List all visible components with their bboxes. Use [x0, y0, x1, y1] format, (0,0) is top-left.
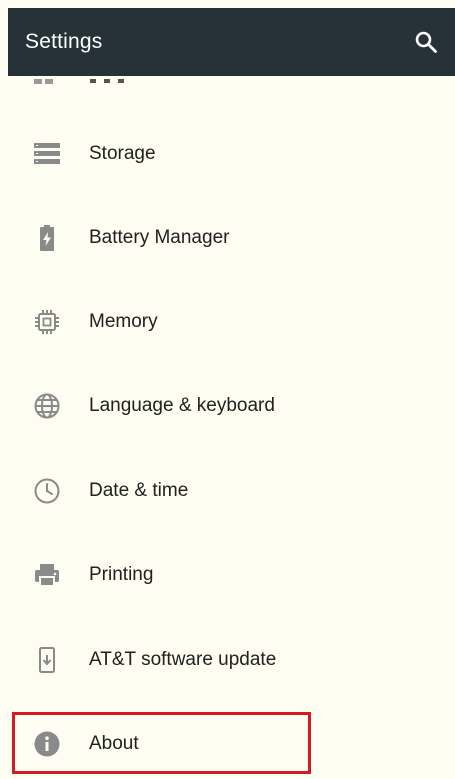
storage-icon: [33, 140, 61, 168]
clock-icon: [33, 477, 61, 505]
battery-icon: [33, 224, 61, 252]
settings-item-label: Printing: [89, 564, 154, 585]
settings-item-label: About: [89, 733, 139, 754]
app-toolbar: Settings: [8, 8, 455, 76]
settings-item-battery-manager[interactable]: Battery Manager: [0, 196, 455, 280]
settings-item-printing[interactable]: Printing: [0, 533, 455, 617]
settings-list[interactable]: Storage Battery Manager Memory Language …: [0, 0, 455, 779]
search-icon: [415, 31, 437, 53]
printer-icon: [33, 561, 61, 589]
settings-item-memory[interactable]: Memory: [0, 280, 455, 364]
page-title: Settings: [25, 30, 103, 53]
memory-chip-icon: [33, 308, 61, 336]
settings-item-label: Storage: [89, 143, 156, 164]
settings-item-att-software-update[interactable]: AT&T software update: [0, 618, 455, 702]
apps-icon-fragment: [34, 79, 124, 84]
settings-item-storage[interactable]: Storage: [0, 112, 455, 196]
search-button[interactable]: [411, 27, 441, 57]
settings-screen: Storage Battery Manager Memory Language …: [0, 0, 455, 779]
globe-icon: [33, 392, 61, 420]
settings-item-label: Battery Manager: [89, 227, 230, 248]
settings-item-language-keyboard[interactable]: Language & keyboard: [0, 364, 455, 448]
info-icon: [33, 730, 61, 758]
system-update-icon: [33, 646, 61, 674]
settings-item-label: AT&T software update: [89, 649, 277, 670]
settings-item-label: Memory: [89, 311, 158, 332]
scrolled-off-item-fragment: [34, 76, 164, 86]
settings-item-label: Language & keyboard: [89, 395, 275, 416]
settings-item-date-time[interactable]: Date & time: [0, 449, 455, 533]
settings-item-label: Date & time: [89, 480, 189, 501]
settings-item-about[interactable]: About: [0, 702, 455, 779]
